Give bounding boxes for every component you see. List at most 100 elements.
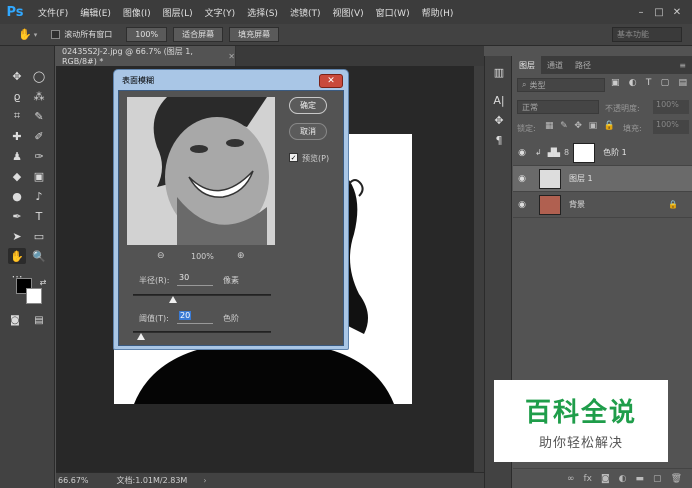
opacity-input[interactable]: 100% xyxy=(653,100,689,114)
new-layer-icon[interactable]: ▢ xyxy=(653,474,662,484)
filter-adjustment-icon[interactable]: ◐ xyxy=(629,78,637,92)
paragraph-style-icon[interactable]: ✥ xyxy=(490,112,508,128)
new-group-icon[interactable]: ▬ xyxy=(636,474,645,484)
history-panel-icon[interactable]: ▥ xyxy=(490,64,508,80)
status-arrow-icon[interactable]: › xyxy=(203,476,206,485)
tool-preset-chevron-icon[interactable]: ▾ xyxy=(34,31,38,39)
fit-screen-button[interactable]: 适合屏幕 xyxy=(173,27,224,42)
visibility-eye-icon[interactable]: ◉ xyxy=(513,200,531,210)
lock-transparent-icon[interactable]: ▦ xyxy=(545,121,554,131)
menu-view[interactable]: 视图(V) xyxy=(326,6,369,19)
ok-button[interactable]: 确定 xyxy=(289,97,327,114)
gradient-tool-icon[interactable]: ▣ xyxy=(30,168,48,184)
character-panel-icon[interactable]: A| xyxy=(490,92,508,108)
layer-row-background[interactable]: ◉ 背景 🔒 xyxy=(513,192,692,218)
workspace-select[interactable]: 基本功能 xyxy=(612,27,682,42)
lock-all-icon[interactable]: 🔒 xyxy=(604,121,615,131)
status-zoom[interactable]: 66.67% xyxy=(58,476,89,485)
paragraph-panel-icon[interactable]: ¶ xyxy=(490,132,508,148)
filter-smart-object-icon[interactable]: ▤ xyxy=(678,78,687,92)
adjustment-layer-icon[interactable]: ◐ xyxy=(619,474,627,484)
cancel-button[interactable]: 取消 xyxy=(289,123,327,140)
menu-edit[interactable]: 编辑(E) xyxy=(74,6,117,19)
document-tab-close-icon[interactable]: ✕ xyxy=(228,52,235,61)
lock-pixels-icon[interactable]: ✎ xyxy=(560,121,568,131)
filter-pixel-icon[interactable]: ▣ xyxy=(611,78,620,92)
panel-menu-icon[interactable]: ≡ xyxy=(673,56,692,74)
magic-wand-tool-icon[interactable]: ⁂ xyxy=(30,88,48,104)
tab-layers[interactable]: 图层 xyxy=(513,56,541,74)
menu-help[interactable]: 帮助(H) xyxy=(416,6,460,19)
background-color-swatch[interactable] xyxy=(26,288,42,304)
document-tab[interactable]: 02435S2J-2.jpg @ 66.7% (图层 1, RGB/8#) * … xyxy=(56,46,236,66)
menu-type[interactable]: 文字(Y) xyxy=(199,6,242,19)
layer-row-layer-1[interactable]: ◉ 图层 1 xyxy=(513,166,692,192)
fx-icon[interactable]: fx xyxy=(583,474,592,484)
move-tool-icon[interactable]: ✥ xyxy=(8,68,26,84)
type-tool-icon[interactable]: T xyxy=(30,208,48,224)
add-mask-icon[interactable]: ◙ xyxy=(601,474,610,484)
quick-mask-icon[interactable]: ◙ xyxy=(6,312,24,328)
healing-brush-tool-icon[interactable]: ✚ xyxy=(8,128,26,144)
layer-filter-select[interactable]: ⌕ 类型 xyxy=(517,78,605,92)
rectangle-tool-icon[interactable]: ▭ xyxy=(30,228,48,244)
eraser-tool-icon[interactable]: ◆ xyxy=(8,168,26,184)
link-layers-icon[interactable]: ∞ xyxy=(567,474,575,484)
pen-tool-icon[interactable]: ✒ xyxy=(8,208,26,224)
blend-mode-select[interactable]: 正常 xyxy=(517,100,599,114)
levels-adjustment-icon: ▟▙ xyxy=(547,148,561,157)
screen-mode-icon[interactable]: ▤ xyxy=(30,312,48,328)
scroll-all-windows-checkbox[interactable] xyxy=(51,30,61,39)
eyedropper-tool-icon[interactable]: ✎ xyxy=(30,108,48,124)
fill-input[interactable]: 100% xyxy=(653,120,689,134)
layer-row-levels[interactable]: ◉ ↲ ▟▙ 8 色阶 1 xyxy=(513,140,692,166)
close-window-button[interactable]: ✕ xyxy=(668,7,686,18)
marquee-tool-icon[interactable]: ◯ xyxy=(30,68,48,84)
radius-slider-track[interactable] xyxy=(133,294,271,296)
radius-input[interactable]: 30 xyxy=(177,273,213,286)
menu-select[interactable]: 选择(S) xyxy=(241,6,284,19)
document-tab-title: 02435S2J-2.jpg @ 66.7% (图层 1, RGB/8#) * xyxy=(62,47,193,66)
delete-layer-icon[interactable]: 🗑 xyxy=(671,474,682,484)
fill-screen-button[interactable]: 填充屏幕 xyxy=(229,27,280,42)
tab-paths[interactable]: 路径 xyxy=(569,56,597,74)
minimize-button[interactable]: – xyxy=(632,7,650,18)
threshold-slider-track[interactable] xyxy=(133,331,271,333)
threshold-slider-knob[interactable] xyxy=(137,333,145,340)
lasso-tool-icon[interactable]: ϱ xyxy=(8,88,26,104)
maximize-button[interactable]: □ xyxy=(650,7,668,18)
threshold-input[interactable]: 20 xyxy=(177,311,213,324)
menu-file[interactable]: 文件(F) xyxy=(32,6,74,19)
tab-channels[interactable]: 通道 xyxy=(541,56,569,74)
clone-stamp-tool-icon[interactable]: ♟ xyxy=(8,148,26,164)
dodge-tool-icon[interactable]: ♪ xyxy=(30,188,48,204)
dialog-body: 确定 取消 ✓ 预览(P) ⊖ 100% ⊕ 半径(R): 30 像素 阈值(T… xyxy=(118,90,344,346)
lock-position-icon[interactable]: ✥ xyxy=(574,121,582,131)
menu-window[interactable]: 窗口(W) xyxy=(370,6,416,19)
options-bar: ✋ ▾ 滚动所有窗口 100% 适合屏幕 填充屏幕 基本功能 xyxy=(0,24,692,46)
brush-tool-icon[interactable]: ✐ xyxy=(30,128,48,144)
menu-layer[interactable]: 图层(L) xyxy=(157,6,199,19)
swap-colors-icon[interactable]: ⇄ xyxy=(34,274,52,290)
filter-type-icon[interactable]: T xyxy=(646,78,652,92)
menu-filter[interactable]: 滤镜(T) xyxy=(284,6,327,19)
zoom-tool-icon[interactable]: 🔍 xyxy=(30,248,48,264)
filter-preview[interactable] xyxy=(127,97,275,245)
preview-checkbox[interactable]: ✓ xyxy=(289,153,298,162)
radius-slider-knob[interactable] xyxy=(169,296,177,303)
path-selection-tool-icon[interactable]: ➤ xyxy=(8,228,26,244)
blur-tool-icon[interactable]: ● xyxy=(8,188,26,204)
dialog-close-button[interactable]: ✕ xyxy=(319,74,343,88)
history-brush-tool-icon[interactable]: ✑ xyxy=(30,148,48,164)
vertical-scrollbar[interactable] xyxy=(474,66,484,472)
lock-artboard-icon[interactable]: ▣ xyxy=(589,121,598,131)
zoom-out-icon[interactable]: ⊖ xyxy=(157,251,165,261)
zoom-in-icon[interactable]: ⊕ xyxy=(237,251,245,261)
zoom-100-button[interactable]: 100% xyxy=(126,27,168,42)
crop-tool-icon[interactable]: ⌗ xyxy=(8,108,26,124)
visibility-eye-icon[interactable]: ◉ xyxy=(513,174,531,184)
hand-tool-icon[interactable]: ✋ xyxy=(8,248,26,264)
filter-shape-icon[interactable]: ▢ xyxy=(661,78,670,92)
menu-image[interactable]: 图像(I) xyxy=(117,6,157,19)
visibility-eye-icon[interactable]: ◉ xyxy=(513,148,531,158)
